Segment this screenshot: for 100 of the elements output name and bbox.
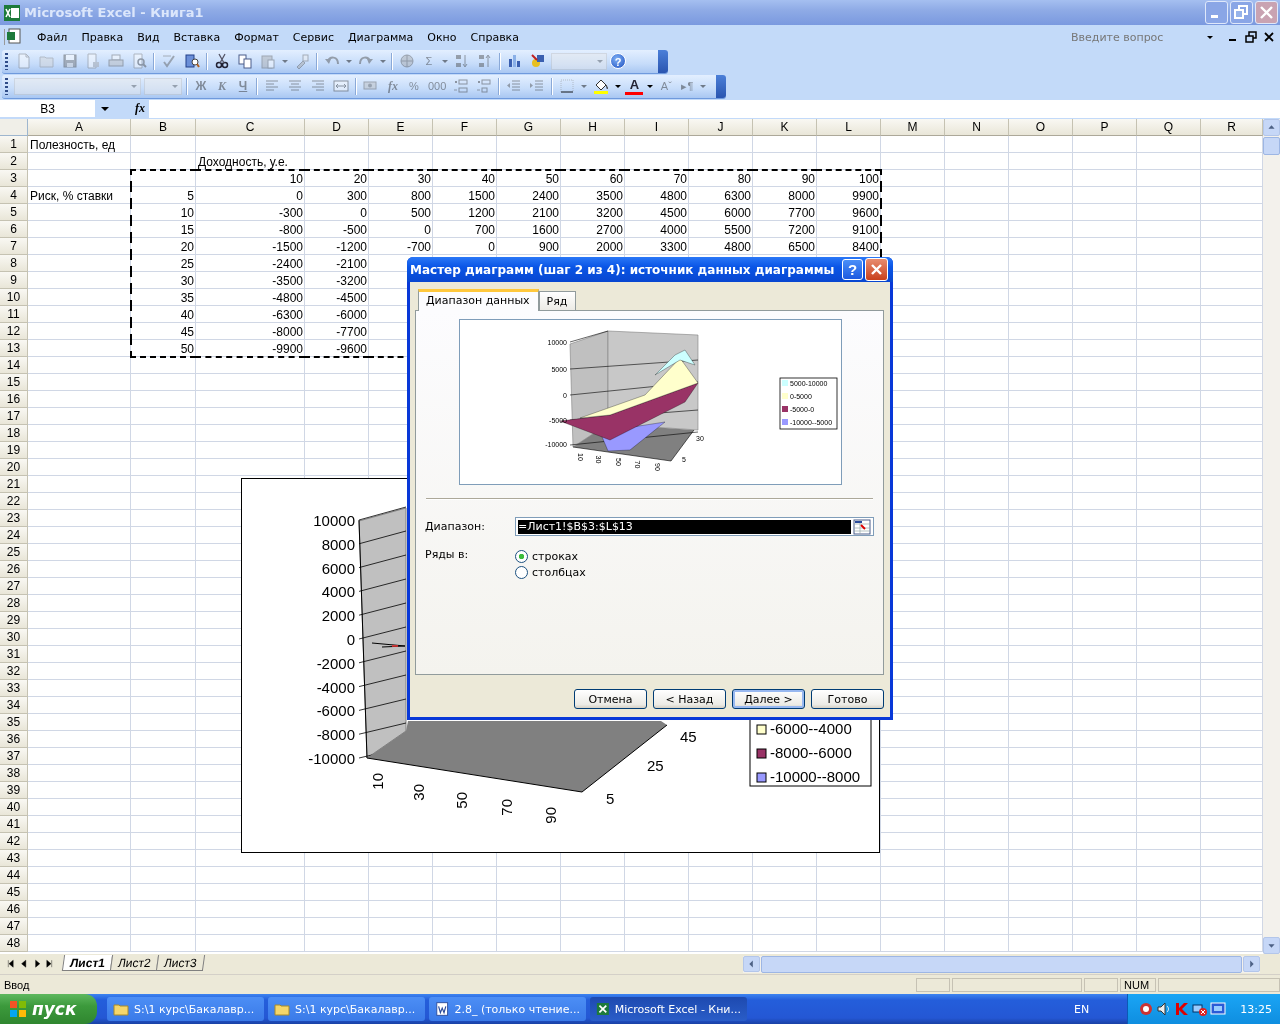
clock: 13:25: [1240, 1002, 1272, 1016]
cell-reference: B3: [40, 101, 55, 116]
table-cell: 15: [180, 222, 194, 237]
table-cell: 4800: [660, 188, 687, 203]
legend-label: -8000--6000: [770, 744, 852, 761]
table-cell: 90: [801, 171, 815, 186]
axis-label: 25: [647, 757, 664, 774]
axis-label: -4000: [316, 678, 355, 696]
table-cell: -4500: [336, 290, 367, 305]
table-cell: -2400: [272, 256, 303, 271]
table-cell: 30: [417, 171, 431, 186]
table-cell: 0: [424, 222, 431, 237]
table-cell: 4000: [660, 222, 687, 237]
table-cell: Доходность, у.е.: [198, 154, 288, 169]
table-cell: 0: [296, 188, 303, 203]
table-cell: 100: [858, 171, 879, 186]
axis-label: 30: [410, 784, 427, 801]
table-cell: 80: [737, 171, 751, 186]
table-cell: 4800: [724, 239, 751, 254]
table-cell: -300: [278, 205, 303, 220]
table-cell: 40: [481, 171, 495, 186]
table-cell: -4800: [272, 290, 303, 305]
axis-label: 70: [498, 799, 515, 816]
table-cell: 30: [180, 273, 194, 288]
table-cell: 35: [180, 290, 194, 305]
table-cell: -9900: [272, 341, 303, 356]
table-cell: -2100: [336, 256, 367, 271]
table-cell: 45: [180, 324, 194, 339]
table-cell: -500: [342, 222, 367, 237]
table-cell: -1500: [272, 239, 303, 254]
axis-label: 4000: [321, 583, 355, 601]
table-cell: -6000: [336, 307, 367, 322]
num-lock-indicator: NUM: [1120, 977, 1156, 992]
table-cell: 2000: [596, 239, 623, 254]
table-cell: 9100: [852, 222, 879, 237]
table-cell: 50: [545, 171, 559, 186]
axis-label: 0: [346, 631, 355, 648]
axis-label: 8000: [321, 535, 355, 553]
axis-label: -8000: [316, 726, 355, 744]
table-cell: -9600: [336, 341, 367, 356]
table-cell: 5: [187, 188, 194, 203]
table-cell: 2400: [532, 188, 559, 203]
table-cell: 900: [538, 239, 559, 254]
axis-label: 10: [369, 773, 386, 790]
table-cell: -3500: [272, 273, 303, 288]
axis-label: 45: [680, 728, 697, 745]
table-cell: 4500: [660, 205, 687, 220]
table-cell: 1500: [468, 188, 495, 203]
table-cell: 8400: [852, 239, 879, 254]
axis-label: 50: [453, 792, 470, 809]
table-cell: -3200: [336, 273, 367, 288]
table-cell: 0: [360, 205, 367, 220]
table-cell: -700: [406, 239, 431, 254]
table-cell: 25: [180, 256, 194, 271]
table-cell: 10: [180, 205, 194, 220]
field-label: Диапазон:: [425, 520, 486, 533]
table-cell: 800: [410, 188, 431, 203]
table-cell: 50: [180, 341, 194, 356]
table-cell: -7700: [336, 324, 367, 339]
table-cell: -8000: [272, 324, 303, 339]
legend-label: -10000--8000: [770, 768, 861, 785]
axis-label: -10000: [308, 750, 355, 767]
table-cell: 1200: [468, 205, 495, 220]
table-cell: -1200: [336, 239, 367, 254]
axis-label: 2000: [321, 607, 355, 625]
field-label: Ряды в:: [425, 548, 470, 561]
table-cell: 2700: [596, 222, 623, 237]
legend-label: -6000--4000: [770, 720, 852, 737]
table-cell: Риск, % ставки: [30, 188, 113, 203]
table-cell: 40: [180, 307, 194, 322]
table-cell: 300: [346, 188, 367, 203]
table-cell: 70: [673, 171, 687, 186]
table-cell: Полезность, ед: [30, 137, 116, 152]
table-cell: 6000: [724, 205, 751, 220]
table-cell: 1600: [532, 222, 559, 237]
table-cell: 3500: [596, 188, 623, 203]
axis-label: -2000: [316, 654, 355, 672]
axis-label: 5: [606, 790, 615, 807]
axis-label: 90: [542, 807, 559, 824]
status-text: Ввод: [4, 978, 30, 991]
table-cell: -800: [278, 222, 303, 237]
table-cell: 0: [488, 239, 495, 254]
table-cell: 9900: [852, 188, 879, 203]
table-cell: 20: [180, 239, 194, 254]
dialog-title: Мастер диаграмм (шаг 2 из 4): источник данных диаграммы: [410, 262, 835, 277]
table-cell: 3200: [596, 205, 623, 220]
table-cell: 7700: [788, 205, 815, 220]
table-cell: 2100: [532, 205, 559, 220]
table-cell: 60: [609, 171, 623, 186]
table-cell: 6500: [788, 239, 815, 254]
axis-label: -6000: [316, 702, 355, 720]
table-cell: 10: [289, 171, 303, 186]
axis-label: 6000: [321, 559, 355, 577]
table-cell: 8000: [788, 188, 815, 203]
table-cell: 7200: [788, 222, 815, 237]
table-cell: 6300: [724, 188, 751, 203]
table-cell: 500: [410, 205, 431, 220]
window-title: Microsoft Excel - Книга1: [24, 5, 205, 20]
table-cell: 5500: [724, 222, 751, 237]
table-cell: -6300: [272, 307, 303, 322]
